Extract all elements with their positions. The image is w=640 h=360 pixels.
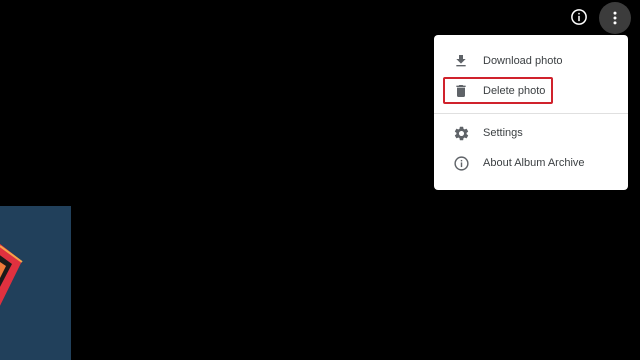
gear-icon: [452, 124, 470, 142]
download-icon: [452, 52, 470, 70]
menu-item-label: Delete photo: [483, 85, 546, 97]
menu-item-label: Download photo: [483, 55, 563, 67]
menu-item-about-album-archive[interactable]: About Album Archive: [434, 148, 628, 178]
menu-item-settings[interactable]: Settings: [434, 118, 628, 148]
menu-item-download-photo[interactable]: Download photo: [434, 46, 628, 76]
trash-icon: [452, 82, 470, 100]
photo-thumbnail[interactable]: [0, 206, 71, 360]
menu-item-label: Settings: [483, 127, 523, 139]
photo-thumbnail-image: [0, 206, 71, 360]
info-icon: [571, 9, 587, 25]
options-menu: Download photo Delete photo Settings Abo…: [434, 35, 628, 190]
menu-divider: [434, 113, 628, 114]
menu-item-delete-photo[interactable]: Delete photo: [434, 76, 628, 106]
more-vert-icon: [613, 11, 617, 25]
more-options-button[interactable]: [599, 2, 631, 34]
info-icon: [452, 154, 470, 172]
menu-item-label: About Album Archive: [483, 157, 585, 169]
photo-viewer: Download photo Delete photo Settings Abo…: [0, 0, 640, 360]
info-button[interactable]: [565, 3, 593, 31]
